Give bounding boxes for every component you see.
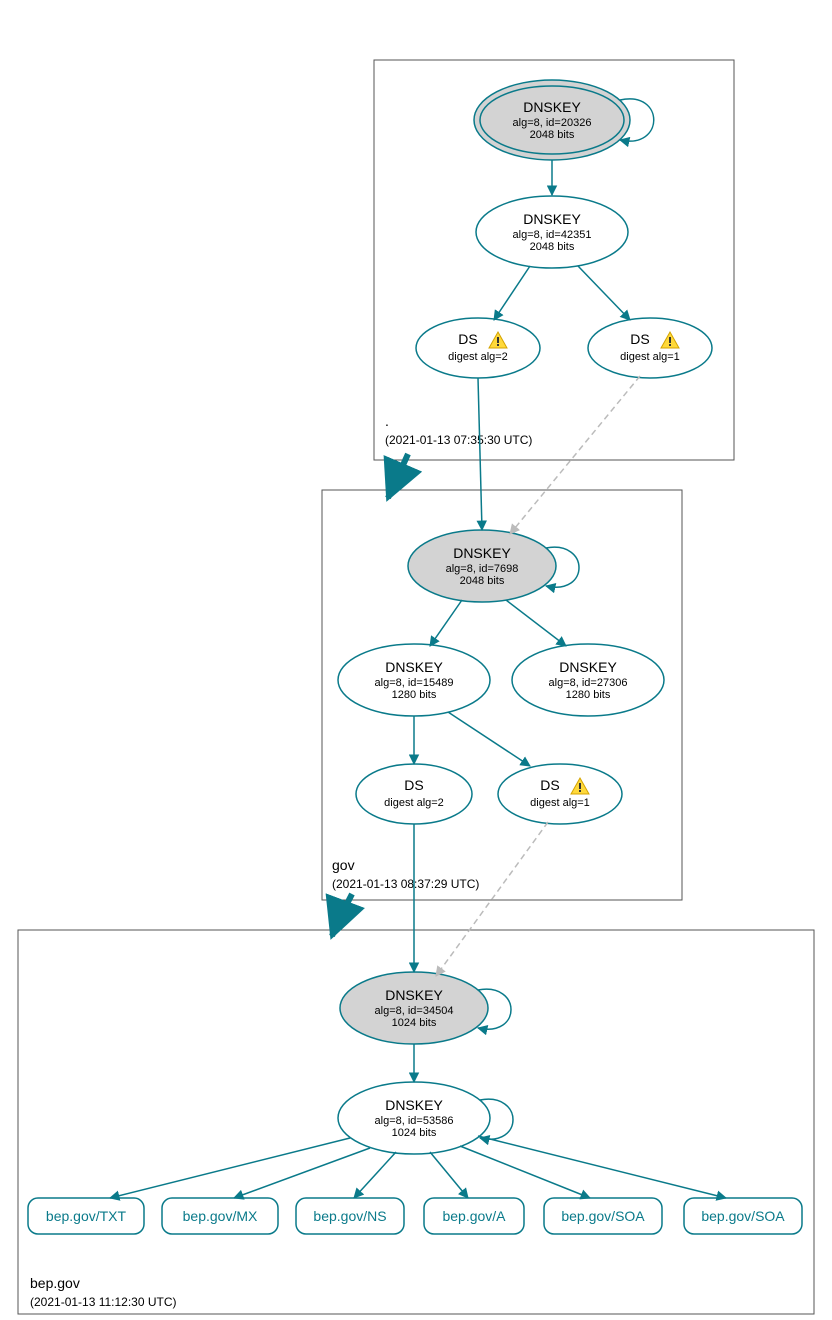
svg-text:DNSKEY: DNSKEY (385, 1097, 443, 1113)
zone-gov-timestamp: (2021-01-13 08:37:29 UTC) (332, 877, 479, 891)
svg-text:2048 bits: 2048 bits (530, 129, 575, 141)
svg-text:DNSKEY: DNSKEY (559, 659, 617, 675)
record-a: bep.gov/A (424, 1198, 524, 1234)
svg-text:DNSKEY: DNSKEY (523, 99, 581, 115)
zone-root-timestamp: (2021-01-13 07:35:30 UTC) (385, 433, 532, 447)
record-mx: bep.gov/MX (162, 1198, 278, 1234)
edge-root-zsk-to-ds1 (578, 266, 630, 320)
edge-gov-zsk1-to-ds1 (448, 712, 530, 766)
svg-text:2048 bits: 2048 bits (460, 575, 505, 587)
svg-text:digest alg=1: digest alg=1 (530, 797, 590, 809)
edge-zsk-to-ns (354, 1152, 396, 1198)
svg-text:DS: DS (404, 777, 423, 793)
svg-text:DNSKEY: DNSKEY (523, 211, 581, 227)
svg-text:DS: DS (630, 331, 649, 347)
svg-text:alg=8, id=7698: alg=8, id=7698 (446, 563, 519, 575)
edge-root-zsk-to-ds2 (494, 266, 530, 320)
svg-text:bep.gov/MX: bep.gov/MX (183, 1208, 258, 1224)
zone-bep-label: bep.gov (30, 1275, 80, 1291)
svg-text:bep.gov/TXT: bep.gov/TXT (46, 1208, 127, 1224)
svg-text:digest alg=1: digest alg=1 (620, 351, 680, 363)
svg-text:DNSKEY: DNSKEY (385, 987, 443, 1003)
node-gov-ksk: DNSKEY alg=8, id=7698 2048 bits (408, 530, 556, 602)
svg-text:alg=8, id=27306: alg=8, id=27306 (549, 677, 628, 689)
svg-text:1024 bits: 1024 bits (392, 1127, 437, 1139)
zone-root-label: . (385, 413, 389, 429)
edge-zsk-to-soa1 (460, 1146, 590, 1198)
edge-gov-ksk-to-zsk1 (430, 600, 462, 646)
zone-bep-timestamp: (2021-01-13 11:12:30 UTC) (30, 1295, 177, 1309)
node-root-ksk: DNSKEY alg=8, id=20326 2048 bits (474, 80, 630, 160)
node-root-zsk: DNSKEY alg=8, id=42351 2048 bits (476, 196, 628, 268)
svg-text:2048 bits: 2048 bits (530, 241, 575, 253)
edge-zsk-to-soa2 (478, 1136, 726, 1198)
svg-text:alg=8, id=20326: alg=8, id=20326 (513, 117, 592, 129)
node-gov-zsk2: DNSKEY alg=8, id=27306 1280 bits (512, 644, 664, 716)
svg-text:bep.gov/SOA: bep.gov/SOA (561, 1208, 645, 1224)
svg-text:bep.gov/NS: bep.gov/NS (313, 1208, 386, 1224)
svg-text:DS: DS (540, 777, 559, 793)
record-soa1: bep.gov/SOA (544, 1198, 662, 1234)
svg-text:digest alg=2: digest alg=2 (384, 797, 444, 809)
node-gov-ds2: DS digest alg=2 (356, 764, 472, 824)
zone-gov-label: gov (332, 857, 355, 873)
edge-root-ds1-to-gov-ksk (510, 376, 640, 534)
svg-text:1280 bits: 1280 bits (392, 689, 437, 701)
svg-text:DNSKEY: DNSKEY (453, 545, 511, 561)
record-soa2: bep.gov/SOA (684, 1198, 802, 1234)
svg-text:alg=8, id=42351: alg=8, id=42351 (513, 229, 592, 241)
edge-root-to-gov-delegation (388, 454, 408, 498)
svg-text:alg=8, id=53586: alg=8, id=53586 (375, 1115, 454, 1127)
svg-text:digest alg=2: digest alg=2 (448, 351, 508, 363)
dnssec-diagram: . (2021-01-13 07:35:30 UTC) DNSKEY alg=8… (0, 0, 832, 1320)
edge-zsk-to-mx (234, 1148, 370, 1198)
record-txt: bep.gov/TXT (28, 1198, 144, 1234)
svg-text:DNSKEY: DNSKEY (385, 659, 443, 675)
node-bep-zsk: DNSKEY alg=8, id=53586 1024 bits (338, 1082, 490, 1154)
node-bep-ksk: DNSKEY alg=8, id=34504 1024 bits (340, 972, 488, 1044)
node-root-ds2: DS digest alg=2 (416, 318, 540, 378)
svg-text:1280 bits: 1280 bits (566, 689, 611, 701)
node-gov-ds1: DS digest alg=1 (498, 764, 622, 824)
svg-text:bep.gov/A: bep.gov/A (442, 1208, 506, 1224)
edge-zsk-to-a (430, 1152, 468, 1198)
svg-text:alg=8, id=15489: alg=8, id=15489 (375, 677, 454, 689)
svg-text:DS: DS (458, 331, 477, 347)
record-ns: bep.gov/NS (296, 1198, 404, 1234)
svg-text:1024 bits: 1024 bits (392, 1017, 437, 1029)
svg-text:bep.gov/SOA: bep.gov/SOA (701, 1208, 785, 1224)
edge-gov-ksk-to-zsk2 (506, 600, 566, 646)
node-root-ds1: DS digest alg=1 (588, 318, 712, 378)
edge-root-ds2-to-gov-ksk (478, 378, 482, 530)
svg-text:alg=8, id=34504: alg=8, id=34504 (375, 1005, 454, 1017)
edge-gov-ds1-to-bep-ksk (436, 822, 548, 976)
node-gov-zsk1: DNSKEY alg=8, id=15489 1280 bits (338, 644, 490, 716)
